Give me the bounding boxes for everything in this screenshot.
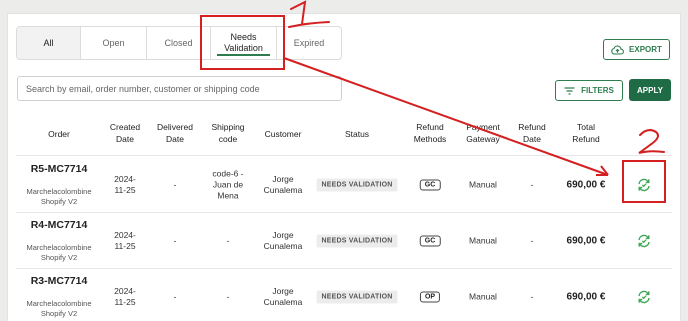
handwritten-one-icon [288, 0, 330, 28]
annotation-number-2 [636, 127, 666, 157]
annotation-arrow [283, 57, 609, 176]
annotation-number-1 [287, 0, 331, 30]
handwritten-two-icon [638, 129, 665, 154]
